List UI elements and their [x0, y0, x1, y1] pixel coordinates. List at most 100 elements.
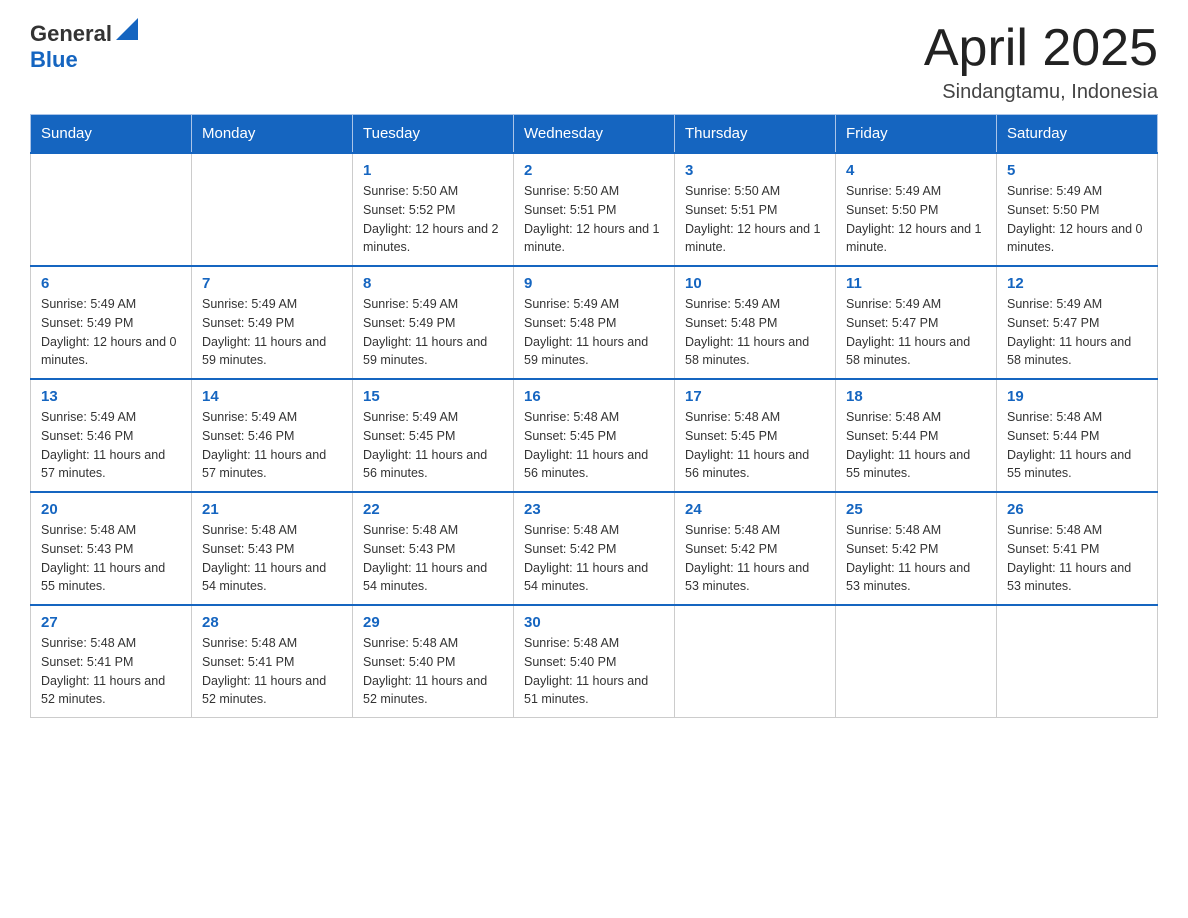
day-number: 30	[524, 614, 664, 631]
week-row-2: 6 Sunrise: 5:49 AMSunset: 5:49 PMDaylight…	[31, 266, 1158, 379]
calendar-subtitle: Sindangtamu, Indonesia	[924, 81, 1158, 104]
day-number: 21	[202, 501, 342, 518]
day-info: Sunrise: 5:49 AMSunset: 5:48 PMDaylight:…	[685, 295, 825, 370]
day-number: 18	[846, 388, 986, 405]
day-info: Sunrise: 5:49 AMSunset: 5:50 PMDaylight:…	[846, 182, 986, 257]
calendar-cell: 26 Sunrise: 5:48 AMSunset: 5:41 PMDayligh…	[997, 492, 1158, 605]
day-number: 28	[202, 614, 342, 631]
calendar-cell: 10 Sunrise: 5:49 AMSunset: 5:48 PMDayligh…	[675, 266, 836, 379]
day-info: Sunrise: 5:50 AMSunset: 5:51 PMDaylight:…	[685, 182, 825, 257]
weekday-header-monday: Monday	[192, 115, 353, 154]
calendar-cell: 2 Sunrise: 5:50 AMSunset: 5:51 PMDaylight…	[514, 153, 675, 266]
weekday-header-tuesday: Tuesday	[353, 115, 514, 154]
day-info: Sunrise: 5:48 AMSunset: 5:43 PMDaylight:…	[202, 521, 342, 596]
weekday-header-thursday: Thursday	[675, 115, 836, 154]
weekday-header-wednesday: Wednesday	[514, 115, 675, 154]
logo-triangle-icon	[116, 18, 138, 40]
day-info: Sunrise: 5:49 AMSunset: 5:48 PMDaylight:…	[524, 295, 664, 370]
calendar-cell: 8Sunrise: 5:49 AMSunset: 5:49 PMDaylight…	[353, 266, 514, 379]
calendar-cell: 13Sunrise: 5:49 AMSunset: 5:46 PMDayligh…	[31, 379, 192, 492]
week-row-4: 20 Sunrise: 5:48 AMSunset: 5:43 PMDayligh…	[31, 492, 1158, 605]
weekday-header-friday: Friday	[836, 115, 997, 154]
day-number: 10	[685, 275, 825, 292]
week-row-1: 1Sunrise: 5:50 AMSunset: 5:52 PMDaylight…	[31, 153, 1158, 266]
weekday-header-saturday: Saturday	[997, 115, 1158, 154]
day-info: Sunrise: 5:49 AMSunset: 5:46 PMDaylight:…	[41, 408, 181, 483]
logo: General Blue	[30, 20, 138, 73]
day-info: Sunrise: 5:48 AMSunset: 5:43 PMDaylight:…	[41, 521, 181, 596]
calendar-cell: 1Sunrise: 5:50 AMSunset: 5:52 PMDaylight…	[353, 153, 514, 266]
day-info: Sunrise: 5:48 AMSunset: 5:42 PMDaylight:…	[524, 521, 664, 596]
day-number: 3	[685, 162, 825, 179]
calendar-cell: 27 Sunrise: 5:48 AMSunset: 5:41 PMDayligh…	[31, 605, 192, 718]
day-number: 11	[846, 275, 986, 292]
calendar-cell: 5 Sunrise: 5:49 AMSunset: 5:50 PMDaylight…	[997, 153, 1158, 266]
calendar-cell: 30 Sunrise: 5:48 AMSunset: 5:40 PMDayligh…	[514, 605, 675, 718]
calendar-cell	[192, 153, 353, 266]
day-info: Sunrise: 5:48 AMSunset: 5:44 PMDaylight:…	[1007, 408, 1147, 483]
day-info: Sunrise: 5:49 AMSunset: 5:45 PMDaylight:…	[363, 408, 503, 483]
day-number: 25	[846, 501, 986, 518]
day-info: Sunrise: 5:48 AMSunset: 5:42 PMDaylight:…	[685, 521, 825, 596]
day-number: 24	[685, 501, 825, 518]
weekday-header-row: SundayMondayTuesdayWednesdayThursdayFrid…	[31, 115, 1158, 154]
calendar-cell: 16Sunrise: 5:48 AMSunset: 5:45 PMDayligh…	[514, 379, 675, 492]
calendar-cell	[675, 605, 836, 718]
weekday-header-sunday: Sunday	[31, 115, 192, 154]
day-number: 23	[524, 501, 664, 518]
day-info: Sunrise: 5:48 AMSunset: 5:41 PMDaylight:…	[1007, 521, 1147, 596]
calendar-cell: 29 Sunrise: 5:48 AMSunset: 5:40 PMDayligh…	[353, 605, 514, 718]
calendar-cell: 28 Sunrise: 5:48 AMSunset: 5:41 PMDayligh…	[192, 605, 353, 718]
calendar-cell: 6Sunrise: 5:49 AMSunset: 5:49 PMDaylight…	[31, 266, 192, 379]
day-number: 26	[1007, 501, 1147, 518]
day-number: 29	[363, 614, 503, 631]
day-info: Sunrise: 5:48 AMSunset: 5:40 PMDaylight:…	[524, 634, 664, 709]
calendar-cell: 9 Sunrise: 5:49 AMSunset: 5:48 PMDaylight…	[514, 266, 675, 379]
day-info: Sunrise: 5:49 AMSunset: 5:47 PMDaylight:…	[846, 295, 986, 370]
day-info: Sunrise: 5:48 AMSunset: 5:40 PMDaylight:…	[363, 634, 503, 709]
calendar-cell: 12 Sunrise: 5:49 AMSunset: 5:47 PMDayligh…	[997, 266, 1158, 379]
calendar-cell: 4Sunrise: 5:49 AMSunset: 5:50 PMDaylight…	[836, 153, 997, 266]
day-number: 1	[363, 162, 503, 179]
day-info: Sunrise: 5:48 AMSunset: 5:43 PMDaylight:…	[363, 521, 503, 596]
calendar-cell: 11 Sunrise: 5:49 AMSunset: 5:47 PMDayligh…	[836, 266, 997, 379]
day-info: Sunrise: 5:49 AMSunset: 5:46 PMDaylight:…	[202, 408, 342, 483]
day-info: Sunrise: 5:50 AMSunset: 5:51 PMDaylight:…	[524, 182, 664, 257]
day-number: 27	[41, 614, 181, 631]
day-number: 9	[524, 275, 664, 292]
day-number: 20	[41, 501, 181, 518]
week-row-5: 27 Sunrise: 5:48 AMSunset: 5:41 PMDayligh…	[31, 605, 1158, 718]
logo-text-blue: Blue	[30, 47, 78, 72]
day-number: 16	[524, 388, 664, 405]
calendar-cell: 7Sunrise: 5:49 AMSunset: 5:49 PMDaylight…	[192, 266, 353, 379]
calendar-cell: 3 Sunrise: 5:50 AMSunset: 5:51 PMDaylight…	[675, 153, 836, 266]
day-info: Sunrise: 5:49 AMSunset: 5:47 PMDaylight:…	[1007, 295, 1147, 370]
calendar-cell: 15 Sunrise: 5:49 AMSunset: 5:45 PMDayligh…	[353, 379, 514, 492]
day-number: 12	[1007, 275, 1147, 292]
day-number: 2	[524, 162, 664, 179]
day-info: Sunrise: 5:48 AMSunset: 5:41 PMDaylight:…	[41, 634, 181, 709]
title-area: April 2025 Sindangtamu, Indonesia	[924, 20, 1158, 104]
calendar-cell: 14Sunrise: 5:49 AMSunset: 5:46 PMDayligh…	[192, 379, 353, 492]
calendar-cell: 22 Sunrise: 5:48 AMSunset: 5:43 PMDayligh…	[353, 492, 514, 605]
day-info: Sunrise: 5:48 AMSunset: 5:45 PMDaylight:…	[685, 408, 825, 483]
calendar-cell: 23 Sunrise: 5:48 AMSunset: 5:42 PMDayligh…	[514, 492, 675, 605]
header: General Blue April 2025 Sindangtamu, Ind…	[30, 20, 1158, 104]
day-info: Sunrise: 5:49 AMSunset: 5:49 PMDaylight:…	[202, 295, 342, 370]
day-number: 17	[685, 388, 825, 405]
day-number: 22	[363, 501, 503, 518]
calendar-cell: 21 Sunrise: 5:48 AMSunset: 5:43 PMDayligh…	[192, 492, 353, 605]
calendar-cell	[997, 605, 1158, 718]
day-info: Sunrise: 5:49 AMSunset: 5:50 PMDaylight:…	[1007, 182, 1147, 257]
day-info: Sunrise: 5:48 AMSunset: 5:42 PMDaylight:…	[846, 521, 986, 596]
day-number: 6	[41, 275, 181, 292]
calendar-cell: 18Sunrise: 5:48 AMSunset: 5:44 PMDayligh…	[836, 379, 997, 492]
day-info: Sunrise: 5:49 AMSunset: 5:49 PMDaylight:…	[363, 295, 503, 370]
calendar-cell	[31, 153, 192, 266]
day-number: 15	[363, 388, 503, 405]
calendar-cell	[836, 605, 997, 718]
day-info: Sunrise: 5:48 AMSunset: 5:41 PMDaylight:…	[202, 634, 342, 709]
day-number: 5	[1007, 162, 1147, 179]
calendar-cell: 19Sunrise: 5:48 AMSunset: 5:44 PMDayligh…	[997, 379, 1158, 492]
calendar-cell: 25 Sunrise: 5:48 AMSunset: 5:42 PMDayligh…	[836, 492, 997, 605]
